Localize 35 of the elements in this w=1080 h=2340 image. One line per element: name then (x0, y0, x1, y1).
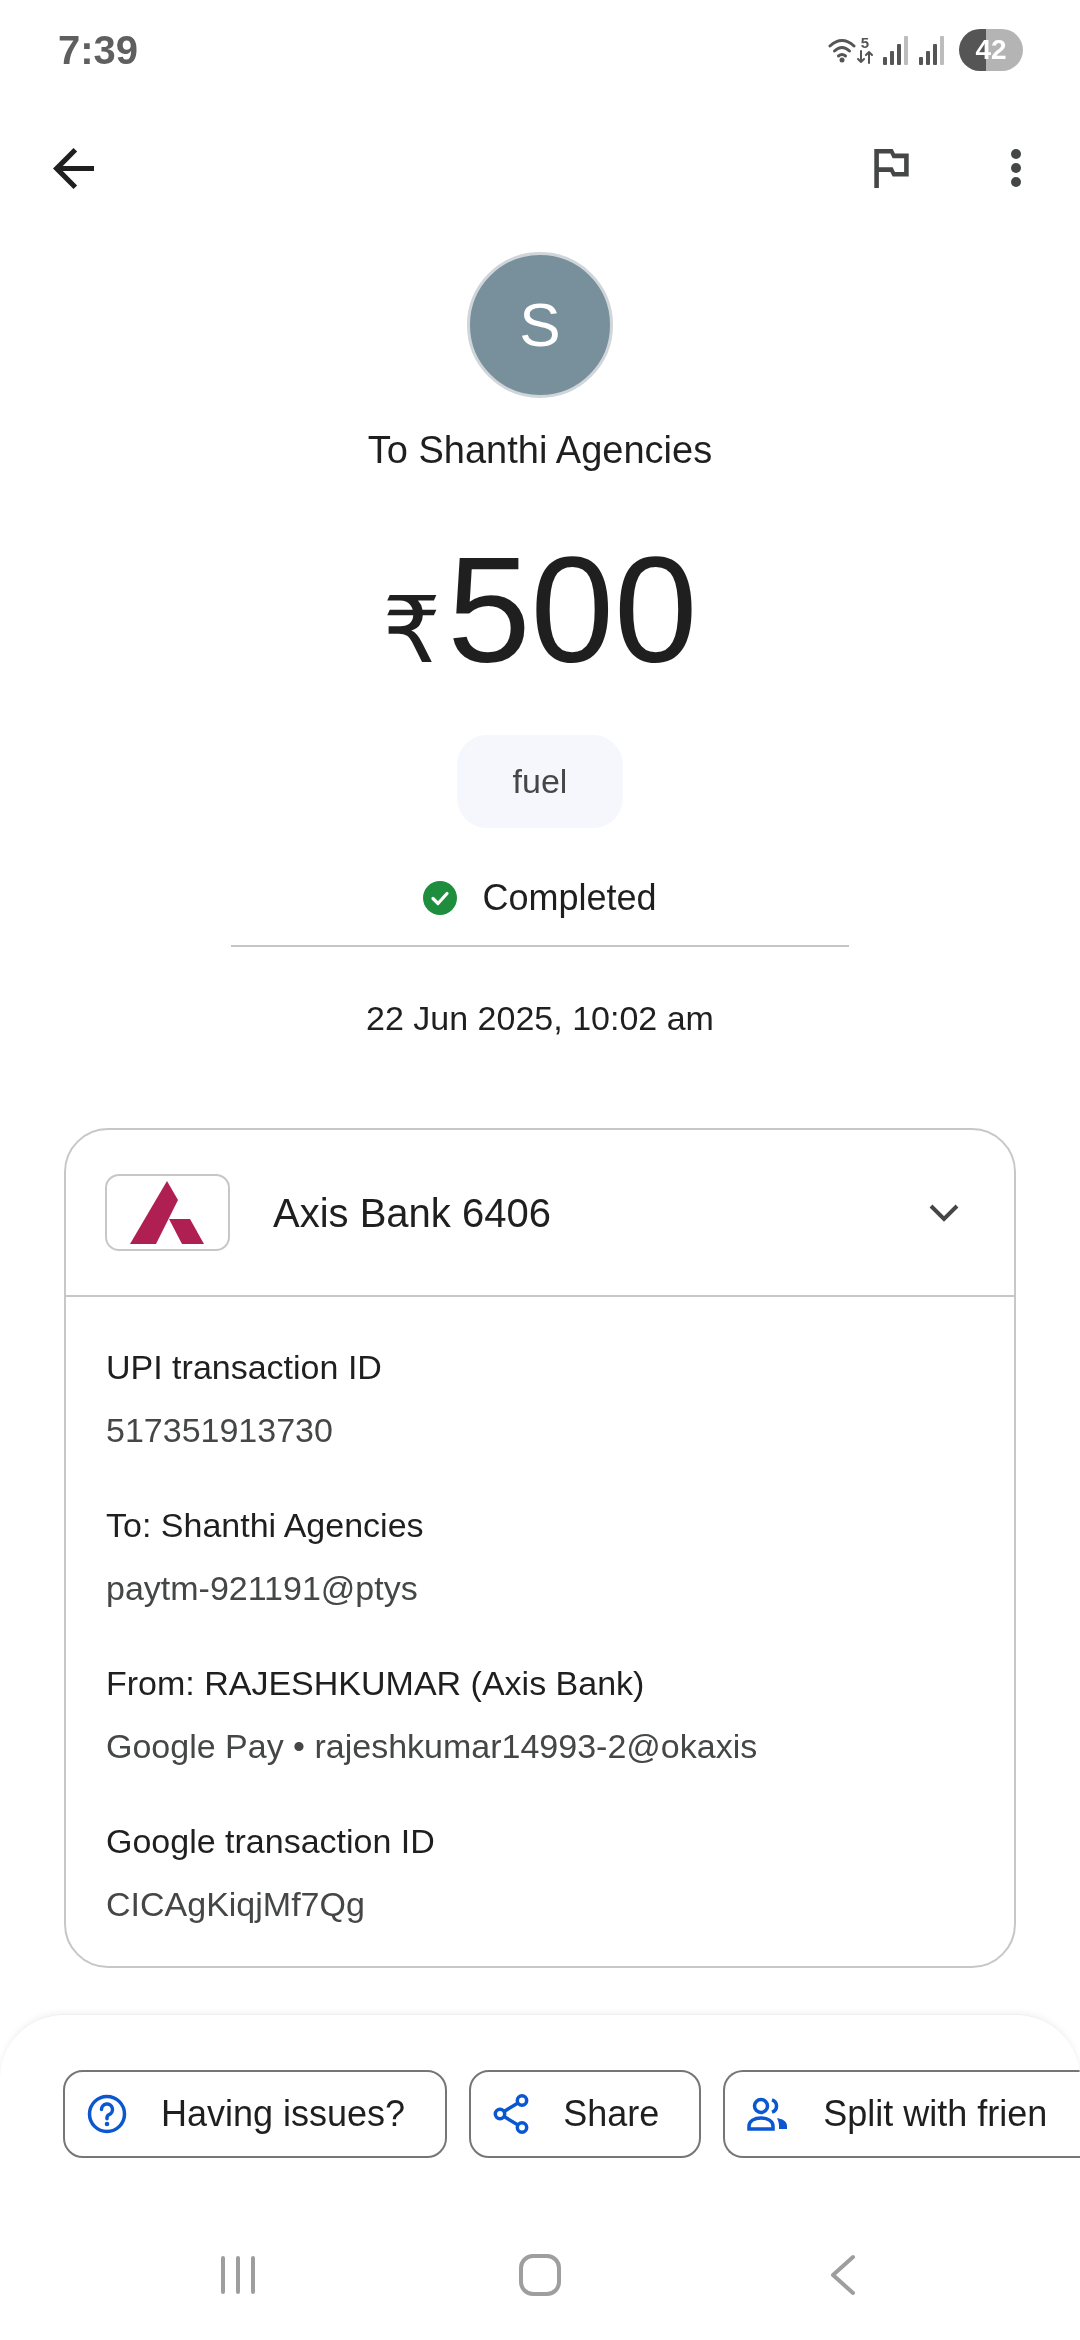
signal-icon (918, 34, 945, 66)
more-options-icon[interactable] (1011, 149, 1021, 187)
help-icon (87, 2094, 127, 2134)
detail-label: To: Shanthi Agencies (106, 1505, 425, 1546)
wifi-version-label: 5 (860, 36, 870, 50)
signal-icon (882, 34, 909, 66)
split-button[interactable]: Split with frien (723, 2070, 1080, 2158)
data-arrows-icon (857, 50, 873, 64)
logo-icon (105, 1174, 230, 1251)
payee-title: To Shanthi Agencies (367, 428, 713, 473)
avatar: S (467, 252, 613, 398)
share-icon (493, 2094, 530, 2134)
status-label: Completed (482, 878, 657, 918)
detail-label: Google transaction ID (106, 1821, 436, 1862)
amount-text: ₹500 (382, 535, 698, 685)
chevron-down-icon[interactable] (929, 1203, 959, 1222)
date-time: 22 Jun 2025, 10:02 am (366, 998, 714, 1039)
back-icon[interactable] (53, 147, 94, 189)
recent-apps-icon[interactable] (220, 2255, 256, 2295)
share-button[interactable]: Share (469, 2070, 702, 2158)
detail-label: From: RAJESHKUMAR (Axis Bank) (106, 1663, 646, 1704)
detail-value: 517351913730 (106, 1410, 334, 1451)
account-name: Axis Bank 6406 (273, 1189, 551, 1237)
clock-time: 7:39 (58, 30, 139, 70)
detail-value: paytm-921191@ptys (106, 1568, 419, 1609)
flag-icon[interactable] (874, 148, 909, 188)
detail-value: CICAgKiqjMf7Qg (106, 1884, 366, 1925)
help-button[interactable]: Having issues? (63, 2070, 448, 2158)
detail-value: Google Pay • rajeshkumar14993-2@okaxis (106, 1726, 759, 1767)
detail-label: UPI transaction ID (106, 1347, 383, 1388)
people-icon (747, 2097, 790, 2131)
wifi-icon (828, 37, 856, 63)
note-chip: fuel (456, 735, 624, 828)
back-nav-icon[interactable] (828, 2254, 856, 2296)
home-icon[interactable] (519, 2254, 561, 2296)
